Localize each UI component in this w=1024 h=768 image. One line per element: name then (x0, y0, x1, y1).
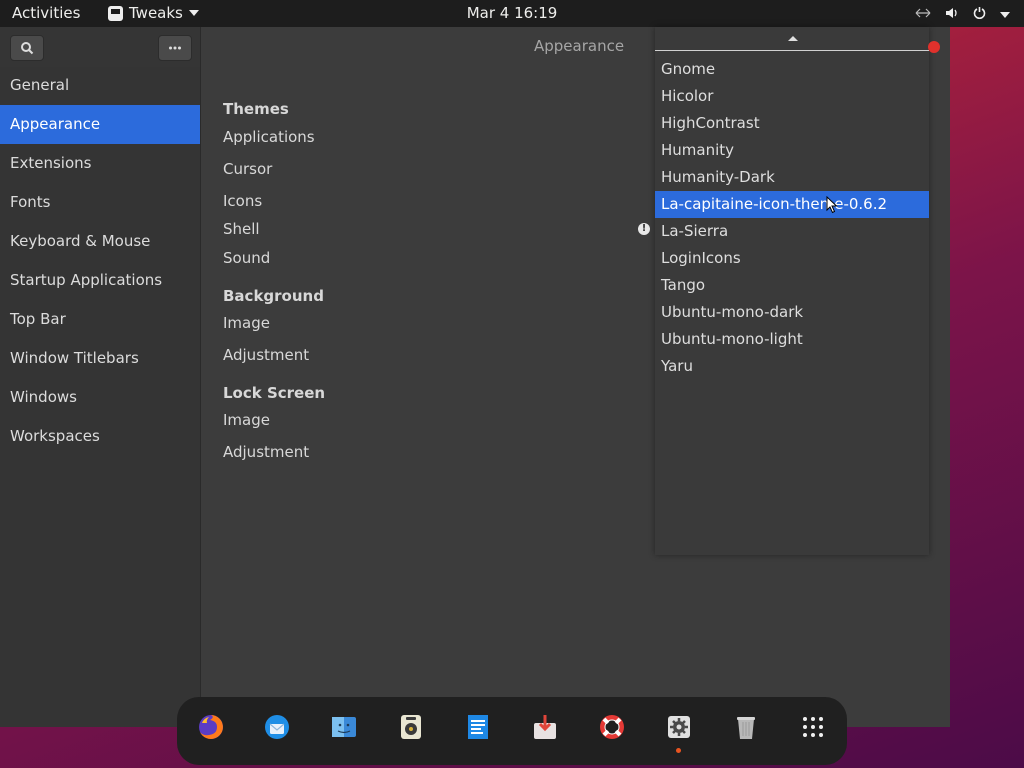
themes-applications-label: Applications (223, 128, 315, 146)
background-heading: Background (223, 287, 324, 305)
background-adjustment-label: Adjustment (223, 346, 310, 364)
sidebar-item-startup-applications[interactable]: Startup Applications (0, 261, 200, 300)
themes-shell-label: Shell (223, 220, 260, 238)
dropdown-option[interactable]: Gnome (655, 56, 929, 83)
dock (177, 697, 847, 765)
dropdown-option[interactable]: Humanity-Dark (655, 164, 929, 191)
app-grid-icon[interactable] (799, 713, 827, 741)
sidebar-item-general[interactable]: General (0, 66, 200, 105)
sidebar-item-label: Appearance (10, 115, 101, 133)
sidebar-item-windows[interactable]: Windows (0, 378, 200, 417)
running-indicator (676, 748, 681, 753)
writer-icon[interactable] (464, 713, 492, 741)
page-title: Appearance (534, 37, 625, 55)
files-icon[interactable] (330, 713, 358, 741)
dropdown-option[interactable]: Yaru (655, 353, 929, 380)
power-icon[interactable] (973, 6, 986, 23)
volume-icon[interactable] (945, 7, 959, 23)
sidebar-item-label: Extensions (10, 154, 92, 172)
dropdown-option[interactable]: Humanity (655, 137, 929, 164)
clock[interactable]: Mar 4 16:19 (0, 4, 1024, 22)
dropdown-option[interactable]: LoginIcons (655, 245, 929, 272)
dropdown-option[interactable]: HighContrast (655, 110, 929, 137)
lockscreen-adjustment-label: Adjustment (223, 443, 310, 461)
network-icon[interactable] (915, 7, 931, 23)
dropdown-option-selected[interactable]: La-capitaine-icon-theme-0.6.2 (655, 191, 929, 218)
top-bar: Activities Tweaks Mar 4 16:19 (0, 0, 1024, 27)
dropdown-option[interactable]: Tango (655, 272, 929, 299)
ellipsis-icon (169, 46, 181, 50)
more-options-button[interactable] (158, 35, 192, 61)
trash-icon[interactable] (732, 713, 760, 741)
search-button[interactable] (10, 35, 44, 61)
thunderbird-icon[interactable] (263, 713, 291, 741)
rhythmbox-icon[interactable] (397, 713, 425, 741)
system-menu-chevron-icon[interactable] (1000, 11, 1010, 18)
themes-icons-label: Icons (223, 192, 263, 210)
firefox-icon[interactable] (197, 713, 225, 741)
sidebar-item-extensions[interactable]: Extensions (0, 144, 200, 183)
system-tray[interactable] (915, 6, 1010, 23)
help-icon[interactable] (598, 713, 626, 741)
sidebar-header (0, 27, 200, 67)
mouse-pointer-icon (826, 196, 838, 214)
icons-theme-dropdown[interactable]: Gnome Hicolor HighContrast Humanity Huma… (655, 27, 940, 555)
lockscreen-heading: Lock Screen (223, 384, 326, 402)
close-dot-icon (928, 41, 940, 53)
dropdown-option[interactable]: Ubuntu-mono-dark (655, 299, 929, 326)
sidebar-item-label: Startup Applications (10, 271, 163, 289)
tweaks-settings-icon[interactable] (665, 713, 693, 741)
scroll-up-arrow-icon[interactable] (788, 36, 798, 41)
sidebar-item-fonts[interactable]: Fonts (0, 183, 200, 222)
sidebar-item-label: Keyboard & Mouse (10, 232, 151, 250)
lockscreen-image-label: Image (223, 411, 270, 429)
themes-heading: Themes (223, 100, 289, 118)
sidebar-item-label: General (10, 76, 70, 94)
software-install-icon[interactable] (531, 713, 559, 741)
dropdown-option[interactable]: La-Sierra (655, 218, 929, 245)
sidebar: General Appearance Extensions Fonts Keyb… (0, 27, 201, 727)
popup-divider (655, 50, 929, 51)
sidebar-item-appearance[interactable]: Appearance (0, 105, 200, 144)
themes-cursor-label: Cursor (223, 160, 273, 178)
search-icon (21, 42, 34, 55)
sidebar-item-label: Windows (10, 388, 77, 406)
background-image-label: Image (223, 314, 270, 332)
sidebar-item-keyboard-mouse[interactable]: Keyboard & Mouse (0, 222, 200, 261)
dropdown-option[interactable]: Ubuntu-mono-light (655, 326, 929, 353)
sidebar-item-label: Workspaces (10, 427, 100, 445)
sidebar-item-label: Top Bar (10, 310, 66, 328)
dropdown-option[interactable]: Hicolor (655, 83, 929, 110)
sidebar-item-window-titlebars[interactable]: Window Titlebars (0, 339, 200, 378)
themes-sound-label: Sound (223, 249, 271, 267)
sidebar-item-label: Fonts (10, 193, 51, 211)
sidebar-item-workspaces[interactable]: Workspaces (0, 417, 200, 456)
sidebar-item-top-bar[interactable]: Top Bar (0, 300, 200, 339)
shell-warning-icon[interactable]: ! (638, 223, 650, 235)
sidebar-item-label: Window Titlebars (10, 349, 139, 367)
